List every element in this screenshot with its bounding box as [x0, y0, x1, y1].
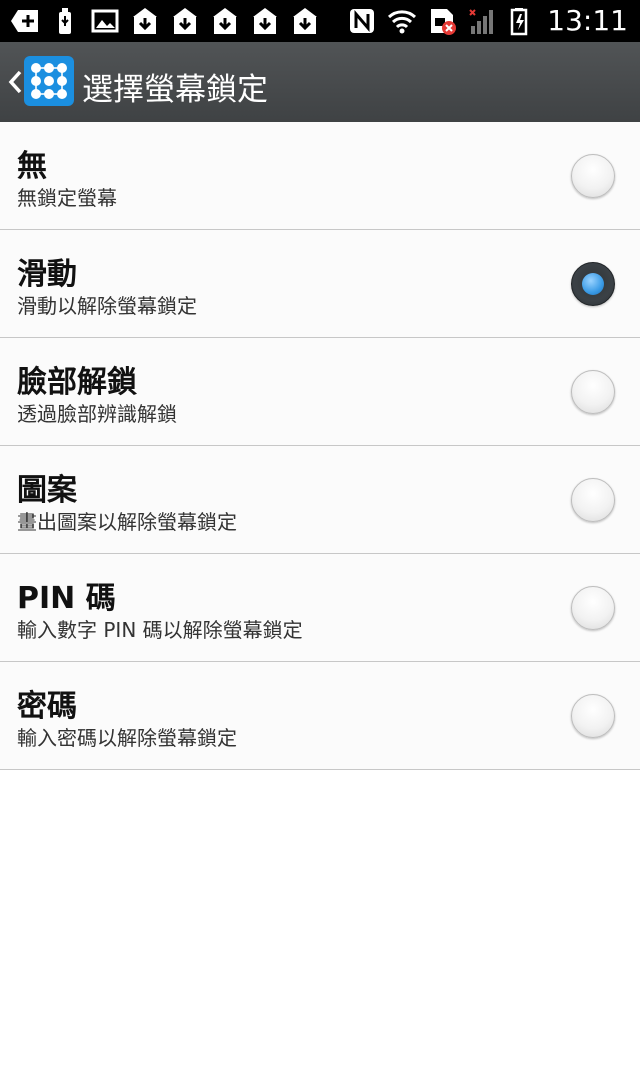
- option-swipe[interactable]: 滑動 滑動以解除螢幕鎖定: [0, 230, 640, 338]
- battery-charging-icon: [507, 6, 537, 36]
- download-icon: [170, 6, 200, 36]
- option-face-unlock[interactable]: 臉部解鎖 透過臉部辨識解鎖: [0, 338, 640, 446]
- option-title: PIN 碼: [17, 581, 116, 616]
- image-icon: [90, 6, 120, 36]
- option-subtitle: 畫出圖案以解除螢幕鎖定: [17, 510, 237, 534]
- download-icon: [250, 6, 280, 36]
- option-subtitle: 無鎖定螢幕: [17, 186, 117, 210]
- option-pattern[interactable]: 圖案 畫出圖案以解除螢幕鎖定: [0, 446, 640, 554]
- status-bar: 13:11: [0, 0, 640, 42]
- download-icon: [210, 6, 240, 36]
- radio-button[interactable]: [571, 370, 615, 414]
- download-icon: [130, 6, 160, 36]
- radio-button[interactable]: [571, 694, 615, 738]
- radio-button[interactable]: [571, 154, 615, 198]
- wifi-icon: [387, 6, 417, 36]
- radio-button[interactable]: [571, 586, 615, 630]
- option-subtitle: 輸入數字 PIN 碼以解除螢幕鎖定: [17, 618, 303, 642]
- sim-error-icon: [427, 6, 457, 36]
- radio-button[interactable]: [571, 478, 615, 522]
- settings-lock-app-icon[interactable]: [24, 56, 74, 106]
- option-title: 滑動: [17, 257, 77, 292]
- option-pin[interactable]: PIN 碼 輸入數字 PIN 碼以解除螢幕鎖定: [0, 554, 640, 662]
- lock-options-list: 無 無鎖定螢幕 滑動 滑動以解除螢幕鎖定 臉部解鎖 透過臉部辨識解鎖 圖案 畫出…: [0, 122, 640, 770]
- download-icon: [290, 6, 320, 36]
- option-title: 無: [17, 149, 47, 184]
- option-title: 臉部解鎖: [17, 365, 137, 400]
- option-subtitle: 輸入密碼以解除螢幕鎖定: [17, 726, 237, 750]
- back-chevron-icon[interactable]: [6, 68, 26, 96]
- usb-icon: [50, 6, 80, 36]
- nfc-icon: [347, 6, 377, 36]
- page-title: 選擇螢幕鎖定: [82, 72, 268, 108]
- option-none[interactable]: 無 無鎖定螢幕: [0, 122, 640, 230]
- app-bar: 選擇螢幕鎖定: [0, 42, 640, 122]
- option-title: 密碼: [17, 689, 77, 724]
- option-password[interactable]: 密碼 輸入密碼以解除螢幕鎖定: [0, 662, 640, 770]
- add-notification-icon: [10, 6, 40, 36]
- signal-icon: [467, 6, 497, 36]
- radio-button-selected[interactable]: [571, 262, 615, 306]
- option-title: 圖案: [17, 473, 77, 508]
- option-subtitle: 滑動以解除螢幕鎖定: [17, 294, 197, 318]
- option-subtitle: 透過臉部辨識解鎖: [17, 402, 177, 426]
- status-time: 13:11: [547, 4, 628, 37]
